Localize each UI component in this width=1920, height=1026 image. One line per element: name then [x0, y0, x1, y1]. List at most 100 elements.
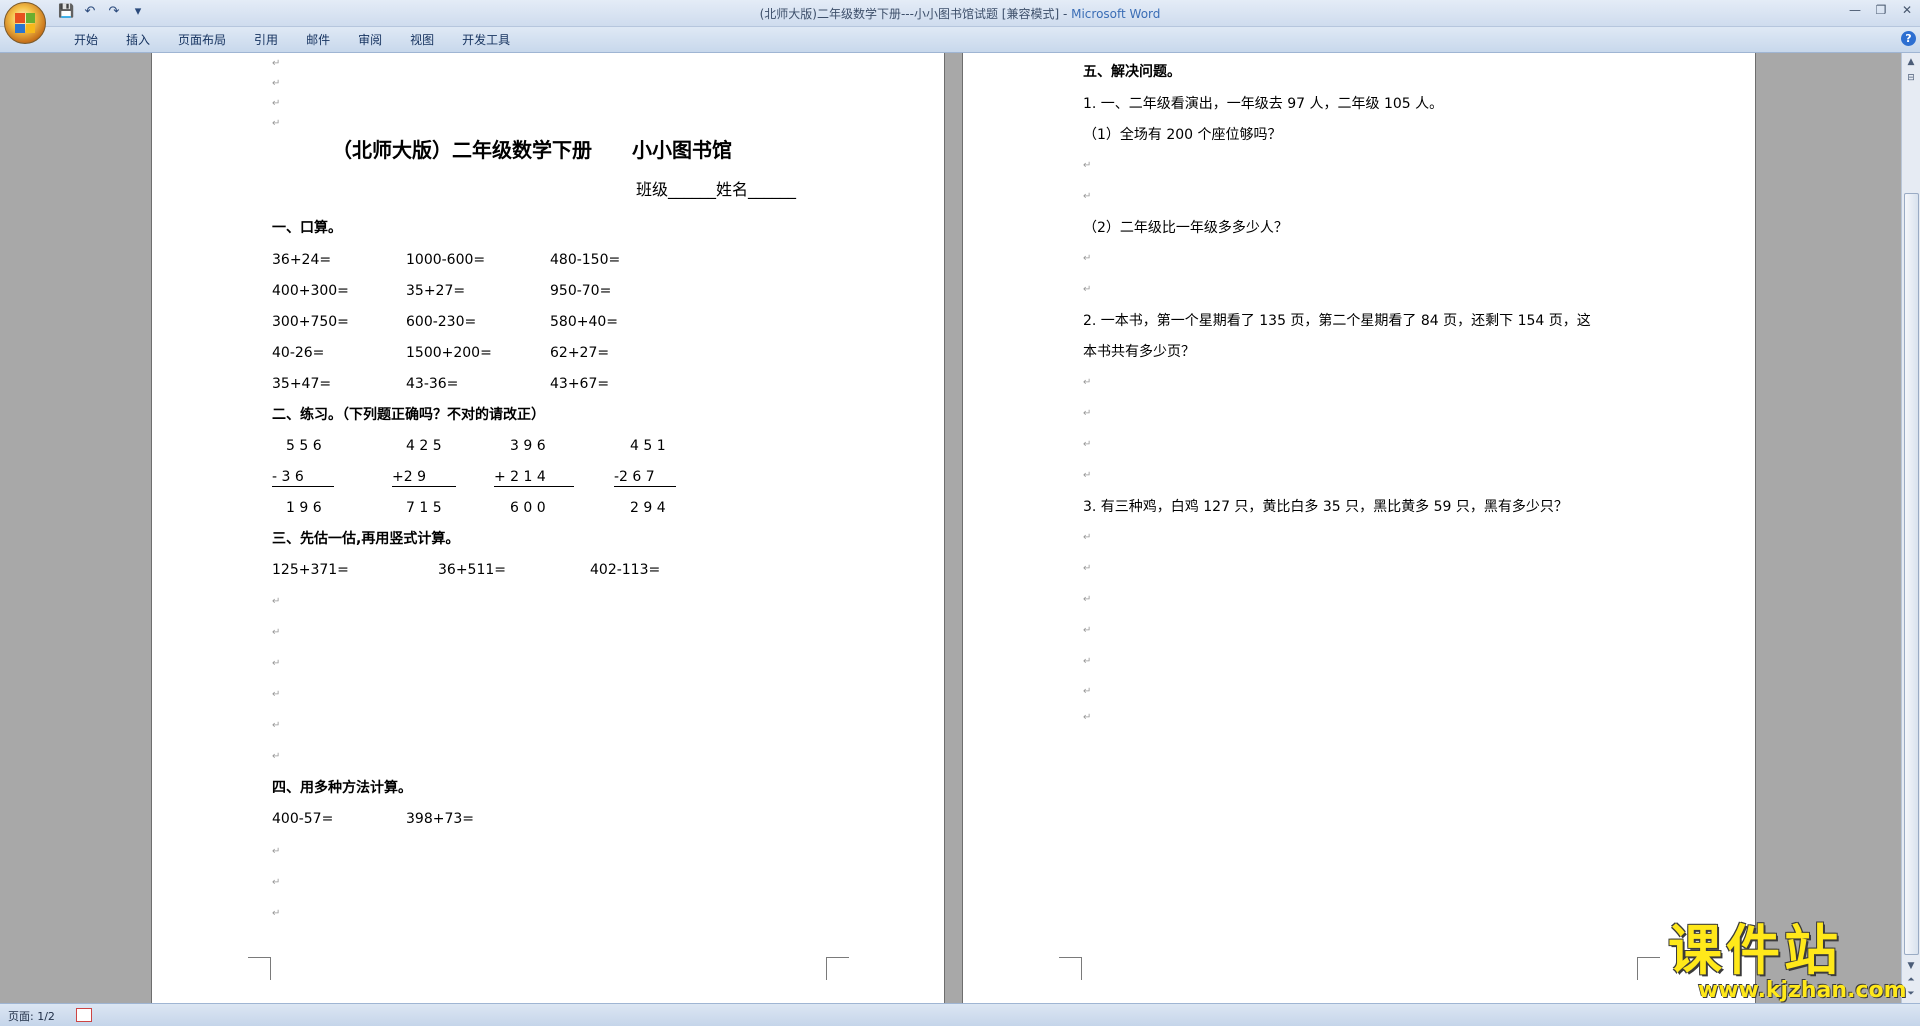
tab-page-layout[interactable]: 页面布局: [164, 31, 240, 49]
paragraph-mark: ↵: [272, 751, 281, 762]
page-title: （北师大版）二年级数学下册 小小图书馆: [332, 138, 732, 162]
title-bar: 💾 ↶ ↷ ▾ (北师大版)二年级数学下册---小小图书馆试题 [兼容模式] -…: [0, 0, 1920, 27]
watermark-logo: 课件站 www.kjzhan.com: [1668, 919, 1907, 1004]
paragraph-mark: ↵: [272, 908, 281, 919]
tab-view[interactable]: 视图: [396, 31, 448, 49]
paragraph-mark: ↵: [1083, 377, 1092, 388]
question: 3. 有三种鸡，白鸡 127 只，黄比白多 35 只，黑比黄多 59 只，黑有多…: [1083, 499, 1568, 515]
office-button[interactable]: [4, 2, 46, 44]
document-page-2[interactable]: 五、解决问题。 1. 一、二年级看演出，一年级去 97 人，二年级 105 人。…: [963, 53, 1755, 1003]
document-title: (北师大版)二年级数学下册---小小图书馆试题 [兼容模式]: [759, 7, 1060, 21]
ruler-toggle-icon[interactable]: ⊟: [1904, 71, 1918, 85]
question-continued: 本书共有多少页？: [1083, 344, 1195, 360]
vertical-bottom: 1 9 6: [286, 500, 322, 516]
vertical-middle: +2 9: [392, 468, 456, 487]
method-item: 400-57=: [272, 811, 334, 827]
page-count-status[interactable]: 页面: 1/2: [8, 1008, 55, 1024]
paragraph-mark: ↵: [1083, 686, 1092, 697]
vertical-scrollbar[interactable]: ▲ ⊟ ▼ ⏶ ⏷: [1901, 53, 1920, 1003]
section-heading: 三、先估一估,再用竖式计算。: [272, 531, 460, 547]
estimate-item: 125+371=: [272, 562, 349, 578]
status-bar: 页面: 1/2: [0, 1003, 1920, 1026]
paragraph-mark: ↵: [272, 118, 281, 129]
paragraph-mark: ↵: [1083, 408, 1092, 419]
oral-item: 35+47=: [272, 376, 332, 392]
vertical-bottom: 6 0 0: [510, 500, 546, 516]
paragraph-mark: ↵: [1083, 656, 1092, 667]
sub-question: （2）二年级比一年级多多少人？: [1083, 220, 1288, 236]
title-separator: -: [1059, 7, 1072, 21]
paragraph-mark: ↵: [272, 689, 281, 700]
section-heading: 五、解决问题。: [1083, 64, 1181, 80]
class-name-line: 班级______姓名______: [636, 180, 797, 199]
scroll-down-icon[interactable]: ▼: [1904, 959, 1918, 973]
section-heading: 一、口算。: [272, 220, 342, 236]
help-icon[interactable]: ?: [1901, 31, 1916, 46]
oral-item: 580+40=: [550, 314, 618, 330]
minimize-icon[interactable]: —: [1848, 3, 1862, 17]
tab-review[interactable]: 审阅: [344, 31, 396, 49]
tab-references[interactable]: 引用: [240, 31, 292, 49]
scroll-up-icon[interactable]: ▲: [1904, 55, 1918, 69]
paragraph-mark: ↵: [272, 627, 281, 638]
oral-item: 43-36=: [406, 376, 459, 392]
paragraph-mark: ↵: [272, 877, 281, 888]
margin-corner-mark: [1059, 957, 1082, 980]
oral-item: 600-230=: [406, 314, 477, 330]
oral-item: 40-26=: [272, 345, 325, 361]
paragraph-mark: ↵: [1083, 439, 1092, 450]
ribbon-tabs: 开始 插入 页面布局 引用 邮件 审阅 视图 开发工具: [60, 31, 524, 49]
paragraph-mark: ↵: [272, 596, 281, 607]
window-title: (北师大版)二年级数学下册---小小图书馆试题 [兼容模式] - Microso…: [0, 5, 1920, 22]
vertical-top: 4 2 5: [406, 438, 442, 454]
vertical-bottom: 7 1 5: [406, 500, 442, 516]
margin-corner-mark: [826, 957, 849, 980]
tab-developer[interactable]: 开发工具: [448, 31, 524, 49]
oral-item: 1000-600=: [406, 252, 486, 268]
vertical-top: 3 9 6: [510, 438, 546, 454]
paragraph-mark: ↵: [272, 846, 281, 857]
vertical-middle: -2 6 7: [614, 468, 676, 487]
estimate-item: 402-113=: [590, 562, 661, 578]
oral-item: 400+300=: [272, 283, 349, 299]
margin-corner-mark: [1637, 957, 1660, 980]
paragraph-mark: ↵: [272, 658, 281, 669]
oral-item: 1500+200=: [406, 345, 492, 361]
oral-item: 300+750=: [272, 314, 349, 330]
oral-item: 43+67=: [550, 376, 610, 392]
vertical-top: 5 5 6: [286, 438, 322, 454]
oral-item: 950-70=: [550, 283, 612, 299]
restore-icon[interactable]: ❐: [1874, 3, 1888, 17]
tab-home[interactable]: 开始: [60, 31, 112, 49]
question: 1. 一、二年级看演出，一年级去 97 人，二年级 105 人。: [1083, 96, 1444, 112]
close-icon[interactable]: ✕: [1900, 3, 1914, 17]
paragraph-mark: ↵: [1083, 712, 1092, 723]
tab-mailings[interactable]: 邮件: [292, 31, 344, 49]
paragraph-mark: ↵: [1083, 253, 1092, 264]
paragraph-mark: ↵: [272, 58, 281, 69]
tab-insert[interactable]: 插入: [112, 31, 164, 49]
proofing-status-icon[interactable]: [76, 1008, 92, 1022]
document-page-1[interactable]: ↵ ↵ ↵ ↵ （北师大版）二年级数学下册 小小图书馆 班级______姓名__…: [152, 53, 944, 1003]
oral-item: 480-150=: [550, 252, 621, 268]
paragraph-mark: ↵: [272, 720, 281, 731]
app-name: Microsoft Word: [1071, 7, 1161, 21]
window-controls: — ❐ ✕: [1848, 3, 1914, 17]
watermark-text: 课件站: [1668, 919, 1842, 982]
paragraph-mark: ↵: [1083, 594, 1092, 605]
paragraph-mark: ↵: [272, 78, 281, 89]
method-item: 398+73=: [406, 811, 474, 827]
ribbon-tab-bar: 开始 插入 页面布局 引用 邮件 审阅 视图 开发工具 ?: [0, 27, 1920, 53]
scroll-thumb[interactable]: [1904, 193, 1919, 955]
document-area[interactable]: ↵ ↵ ↵ ↵ （北师大版）二年级数学下册 小小图书馆 班级______姓名__…: [0, 53, 1902, 1003]
office-logo-icon: [15, 13, 35, 33]
paragraph-mark: ↵: [272, 98, 281, 109]
vertical-top: 4 5 1: [630, 438, 666, 454]
estimate-item: 36+511=: [438, 562, 506, 578]
paragraph-mark: ↵: [1083, 160, 1092, 171]
vertical-middle: + 2 1 4: [494, 468, 574, 487]
paragraph-mark: ↵: [1083, 470, 1092, 481]
oral-item: 36+24=: [272, 252, 332, 268]
watermark-url: www.kjzhan.com: [1698, 978, 1907, 1003]
sub-question: （1）全场有 200 个座位够吗？: [1083, 127, 1282, 143]
